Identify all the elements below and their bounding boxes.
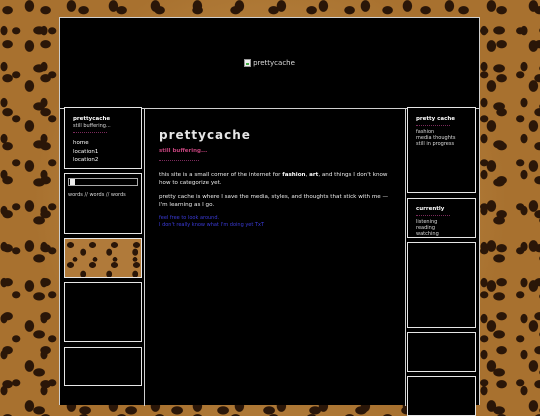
left-empty-box	[64, 282, 142, 342]
right-about-box: pretty cache fashion media thoughts stil…	[407, 107, 476, 193]
header-image-alt: prettycache	[253, 59, 295, 67]
doing-link[interactable]: I don't really know what I'm doing yet T…	[159, 222, 391, 229]
main-divider	[159, 160, 199, 161]
right-empty-box	[407, 242, 476, 328]
currently-watching: watching	[416, 231, 439, 237]
intro-bold-art: art	[309, 172, 319, 178]
second-paragraph: pretty cache is where I save the media, …	[159, 194, 389, 208]
currently-box: currently listening reading watching	[407, 198, 476, 238]
nav-link-home[interactable]: home	[73, 139, 133, 148]
site-header: prettycache	[60, 18, 479, 109]
currently-title: currently	[416, 206, 445, 212]
intro-paragraph: this site is a small corner of the inter…	[159, 171, 391, 187]
right-box-title: pretty cache	[416, 116, 456, 122]
intro-text: this site is a small corner of the inter…	[159, 172, 283, 178]
nav-link-location2[interactable]: location2	[73, 156, 133, 165]
words-text: words // words // words	[68, 192, 126, 198]
nav-link-location1[interactable]: location1	[73, 148, 133, 157]
broken-image-icon	[244, 59, 252, 67]
currently-divider	[416, 215, 450, 216]
page-title: prettycache	[159, 128, 251, 142]
left-box-divider	[73, 132, 107, 133]
right-empty-box-3	[407, 376, 476, 416]
widget-image	[68, 178, 138, 186]
intro-bold-fashion: fashion	[282, 172, 306, 178]
main-content: prettycache still buffering... this site…	[144, 108, 406, 406]
left-box-subtitle: still buffering...	[73, 123, 111, 129]
page-subtitle: still buffering...	[159, 148, 208, 154]
left-nav-box: prettycache still buffering... home loca…	[64, 107, 142, 169]
leopard-image-box	[64, 238, 142, 278]
right-item-progress: still in progress	[416, 141, 455, 147]
right-box-divider	[416, 125, 450, 126]
broken-image-icon	[70, 179, 75, 185]
header-banner-image: prettycache	[244, 59, 295, 67]
right-empty-box-2	[407, 332, 476, 372]
page-container: prettycache prettycache still buffering.…	[59, 17, 480, 416]
left-empty-box-2	[64, 347, 142, 386]
left-box-title: prettycache	[73, 116, 111, 122]
left-words-box: words // words // words	[64, 173, 142, 234]
